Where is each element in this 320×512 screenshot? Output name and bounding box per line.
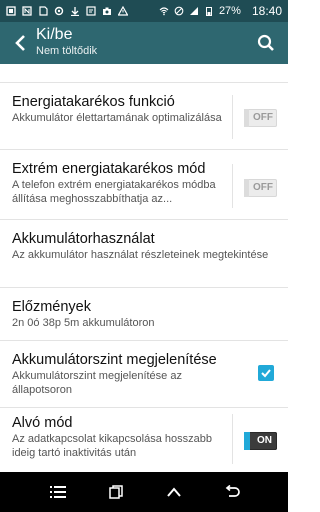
setting-description: Akkumulátorszint megjelenítése az állapo… xyxy=(12,370,182,396)
setting-title: Előzmények xyxy=(12,299,91,315)
back-arrow-icon xyxy=(15,35,25,51)
download-icon xyxy=(71,7,79,16)
home-button[interactable] xyxy=(162,480,186,504)
clock: 18:40 xyxy=(251,4,282,18)
setting-battery-usage[interactable]: Akkumulátorhasználat Az akkumulátor hasz… xyxy=(0,220,288,288)
setting-energy-saving[interactable]: Energiatakarékos funkció Akkumulátor éle… xyxy=(0,83,288,150)
checkmark-icon xyxy=(261,369,271,378)
page-title: Ki/be xyxy=(36,26,73,43)
back-nav-icon xyxy=(225,485,240,497)
setting-title: Extrém energiatakarékos mód xyxy=(12,161,206,177)
battery-icon xyxy=(205,7,212,16)
menu-button[interactable] xyxy=(46,480,70,504)
sd-card-icon xyxy=(39,6,48,16)
setting-description: Az adatkapcsolat kikapcsolása hosszabb i… xyxy=(12,433,212,459)
setting-description: A telefon extrém energiatakarékos módba … xyxy=(12,179,216,205)
recent-apps-icon xyxy=(50,486,66,498)
setting-extreme-energy-saving[interactable]: Extrém energiatakarékos mód A telefon ex… xyxy=(0,150,288,220)
back-nav-button[interactable] xyxy=(220,480,244,504)
search-button[interactable] xyxy=(254,31,278,55)
setting-description: 2n 0ó 38p 5m akkumulátoron xyxy=(12,317,155,329)
setting-sleep-mode[interactable]: Alvó mód Az adatkapcsolat kikapcsolása h… xyxy=(0,408,288,472)
toggle-state: OFF xyxy=(253,112,273,123)
settings-notification-icon xyxy=(54,6,64,16)
navigation-bar xyxy=(0,472,288,512)
camera-icon xyxy=(103,7,111,15)
setting-title: Alvó mód xyxy=(12,415,73,431)
list-top-divider xyxy=(0,64,288,83)
wifi-icon xyxy=(159,7,169,16)
message-icon xyxy=(86,6,96,16)
warning-icon xyxy=(118,6,128,16)
back-button[interactable] xyxy=(8,30,32,56)
setting-title: Energiatakarékos funkció xyxy=(12,94,175,110)
toggle-state: ON xyxy=(257,435,272,446)
toggle-state: OFF xyxy=(253,182,273,193)
home-icon xyxy=(167,487,181,497)
page-subtitle: Nem töltődik xyxy=(36,45,98,57)
silent-icon xyxy=(174,6,184,16)
setting-description: Az akkumulátor használat részleteinek me… xyxy=(12,249,269,261)
app-bar: Ki/be Nem töltődik xyxy=(0,22,288,64)
battery-percent: 27% xyxy=(218,5,241,17)
setting-history[interactable]: Előzmények 2n 0ó 38p 5m akkumulátoron xyxy=(0,288,288,341)
status-bar: 27% 18:40 xyxy=(0,0,288,22)
setting-title: Akkumulátorhasználat xyxy=(12,231,155,247)
recents-button[interactable] xyxy=(104,480,128,504)
notification-icon xyxy=(6,6,16,16)
setting-show-battery-level[interactable]: Akkumulátorszint megjelenítése Akkumulát… xyxy=(0,341,288,408)
overview-icon xyxy=(109,485,123,499)
extreme-energy-saving-toggle[interactable]: OFF xyxy=(244,179,277,197)
signal-icon xyxy=(189,7,198,15)
settings-list: Energiatakarékos funkció Akkumulátor éle… xyxy=(0,64,288,472)
setting-title: Akkumulátorszint megjelenítése xyxy=(12,352,217,368)
search-icon xyxy=(257,34,274,51)
energy-saving-toggle[interactable]: OFF xyxy=(244,109,277,127)
show-battery-level-checkbox[interactable] xyxy=(258,365,274,381)
sleep-mode-toggle[interactable]: ON xyxy=(244,432,277,450)
nfc-icon xyxy=(22,6,32,16)
setting-description: Akkumulátor élettartamának optimalizálás… xyxy=(12,112,222,124)
